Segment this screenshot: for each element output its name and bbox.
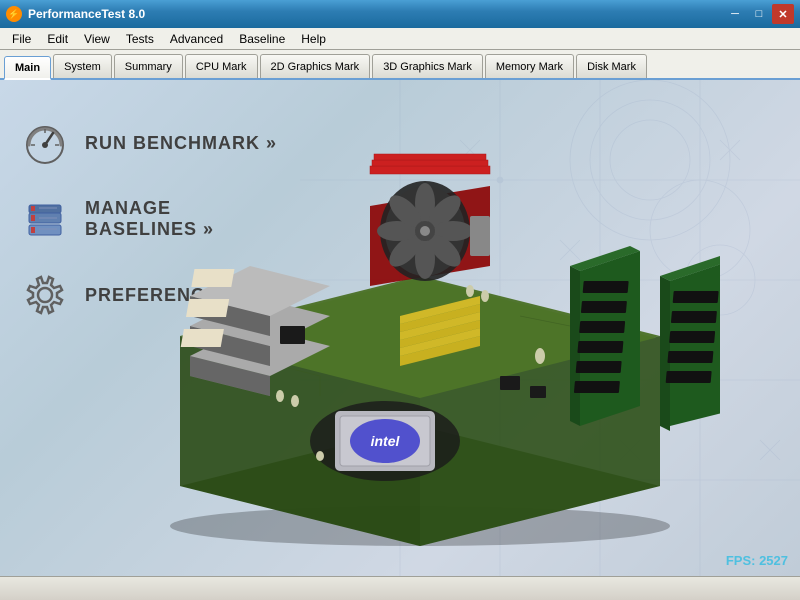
maximize-button[interactable]: □ (748, 4, 770, 24)
svg-text:intel: intel (371, 433, 401, 449)
menu-edit[interactable]: Edit (39, 28, 76, 49)
tab-memory-mark[interactable]: Memory Mark (485, 54, 574, 78)
menu-tests[interactable]: Tests (118, 28, 162, 49)
speedometer-icon (20, 118, 70, 168)
menu-baseline[interactable]: Baseline (231, 28, 293, 49)
binders-icon (20, 194, 70, 244)
menu-view[interactable]: View (76, 28, 118, 49)
status-bar (0, 576, 800, 600)
tab-bar: Main System Summary CPU Mark 2D Graphics… (0, 50, 800, 80)
minimize-button[interactable]: ─ (724, 4, 746, 24)
menu-bar: File Edit View Tests Advanced Baseline H… (0, 28, 800, 50)
tab-disk-mark[interactable]: Disk Mark (576, 54, 647, 78)
menu-help[interactable]: Help (293, 28, 334, 49)
menu-file[interactable]: File (4, 28, 39, 49)
tab-system[interactable]: System (53, 54, 112, 78)
app-title: PerformanceTest 8.0 (28, 7, 724, 21)
tab-3d-graphics-mark[interactable]: 3D Graphics Mark (372, 54, 483, 78)
motherboard-scene: intel (120, 106, 720, 566)
tab-main[interactable]: Main (4, 56, 51, 80)
close-button[interactable]: ✕ (772, 4, 794, 24)
menu-advanced[interactable]: Advanced (162, 28, 231, 49)
title-bar: ⚡ PerformanceTest 8.0 ─ □ ✕ (0, 0, 800, 28)
gear-icon (20, 270, 70, 320)
window-controls: ─ □ ✕ (724, 4, 794, 24)
fps-counter: FPS: 2527 (726, 553, 788, 568)
app-icon: ⚡ (6, 6, 22, 22)
main-content: RUN BENCHMARK » MANAGE BA (0, 80, 800, 576)
tab-2d-graphics-mark[interactable]: 2D Graphics Mark (260, 54, 371, 78)
tab-summary[interactable]: Summary (114, 54, 183, 78)
tab-cpu-mark[interactable]: CPU Mark (185, 54, 258, 78)
